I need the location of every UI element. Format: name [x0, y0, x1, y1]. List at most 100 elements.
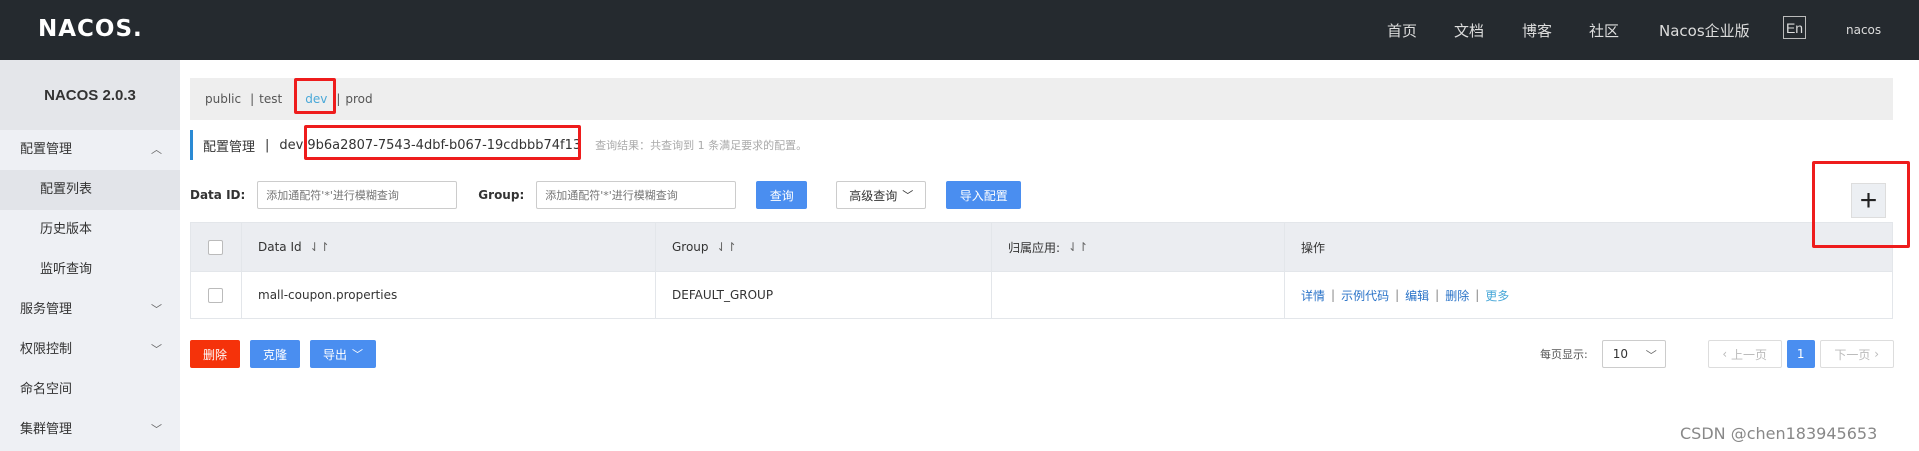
column-data-id[interactable]: Data Id ⇃↾	[242, 223, 656, 271]
section-title: 配置管理	[203, 139, 256, 155]
chevron-down-icon: ﹀	[1645, 349, 1657, 362]
sidebar-item-label: 配置管理	[20, 142, 73, 157]
op-sample-code-link[interactable]: 示例代码	[1341, 287, 1389, 304]
sort-icon[interactable]: ⇃↾	[1068, 240, 1088, 254]
prev-page-button[interactable]: ‹ 上一页	[1707, 340, 1782, 368]
namespace-prod[interactable]: prod	[345, 92, 372, 106]
page-size-select[interactable]: 10 ﹀	[1601, 340, 1666, 368]
page-size-label: 每页显示:	[1540, 348, 1588, 361]
nav-docs-label[interactable]: 文档	[1454, 20, 1484, 41]
sidebar-item-label: 集群管理	[20, 422, 73, 437]
sort-icon[interactable]: ⇃↾	[717, 240, 737, 254]
nav-community[interactable]: 社区	[1589, 0, 1619, 60]
top-header: NACOS. 首页 文档 博客 社区 Nacos企业版 En nacos	[0, 0, 1919, 60]
bulk-delete-button[interactable]: 删除	[190, 340, 240, 368]
chevron-down-icon: ﹀	[352, 348, 363, 361]
annotation-box	[304, 125, 581, 160]
op-edit-link[interactable]: 编辑	[1405, 287, 1429, 304]
next-page-label: 下一页	[1834, 347, 1871, 362]
bulk-actions: 删除 克隆 导出 ﹀	[190, 340, 376, 368]
sidebar-item-label: 监听查询	[40, 262, 93, 277]
namespace-separator: |	[250, 92, 255, 106]
nav-home-label[interactable]: 首页	[1387, 20, 1417, 41]
sidebar-item-history[interactable]: 历史版本	[0, 210, 180, 250]
data-id-label: Data ID:	[190, 188, 246, 202]
column-label: 归属应用:	[1008, 240, 1061, 255]
nav-community-label[interactable]: 社区	[1589, 20, 1619, 41]
sidebar-item-service-management[interactable]: 服务管理 ﹀	[0, 290, 180, 330]
op-separator: |	[1331, 288, 1336, 302]
sidebar-item-label: 配置列表	[40, 182, 93, 197]
prev-page-label: 上一页	[1731, 347, 1768, 362]
sidebar-item-config-list[interactable]: 配置列表	[0, 170, 180, 210]
group-input[interactable]	[536, 181, 737, 209]
chevron-down-icon: ﹀	[151, 423, 162, 436]
namespace-test[interactable]: test	[259, 92, 282, 106]
chevron-left-icon: ‹	[1722, 347, 1732, 361]
title-separator: |	[265, 137, 270, 153]
column-label: Data Id	[258, 240, 302, 254]
namespace-separator: |	[336, 92, 341, 106]
table-header: Data Id ⇃↾ Group ⇃↾ 归属应用: ⇃↾ 操作	[191, 223, 1892, 271]
sidebar-item-access-control[interactable]: 权限控制 ﹀	[0, 330, 180, 370]
chevron-up-icon: ︿	[151, 143, 162, 156]
config-table: Data Id ⇃↾ Group ⇃↾ 归属应用: ⇃↾ 操作 mall-cou…	[190, 222, 1893, 319]
watermark: CSDN @chen183945653	[1680, 424, 1878, 443]
nav-blog[interactable]: 博客	[1522, 0, 1552, 60]
cell-data-id: mall-coupon.properties	[242, 272, 656, 318]
export-label: 导出	[322, 347, 347, 362]
select-all-checkbox[interactable]	[208, 239, 223, 255]
namespace-tabs: public | test dev | prod	[190, 78, 1893, 120]
sort-icon[interactable]: ⇃↾	[310, 240, 330, 254]
sidebar-item-label: 服务管理	[20, 302, 73, 317]
nav-home[interactable]: 首页	[1387, 0, 1417, 60]
clone-button[interactable]: 克隆	[250, 340, 300, 368]
next-page-button[interactable]: 下一页 ›	[1819, 340, 1894, 368]
table-row: mall-coupon.properties DEFAULT_GROUP 详情 …	[191, 271, 1892, 318]
header-checkbox-cell	[191, 223, 242, 271]
nav-enterprise[interactable]: Nacos企业版	[1659, 0, 1750, 60]
nav-docs[interactable]: 文档	[1454, 0, 1484, 60]
query-result-text: 查询结果：共查询到 1 条满足要求的配置。	[595, 139, 808, 152]
column-group[interactable]: Group ⇃↾	[656, 223, 992, 271]
chevron-down-icon: ﹀	[151, 343, 162, 356]
op-more-link[interactable]: 更多	[1485, 287, 1509, 304]
nav-enterprise-label[interactable]: Nacos企业版	[1659, 20, 1750, 41]
cell-group: DEFAULT_GROUP	[656, 272, 992, 318]
import-config-button[interactable]: 导入配置	[946, 181, 1022, 209]
sidebar-item-cluster-management[interactable]: 集群管理 ﹀	[0, 410, 180, 450]
op-delete-link[interactable]: 删除	[1445, 287, 1469, 304]
data-id-input[interactable]	[257, 181, 458, 209]
annotation-box	[1812, 161, 1910, 248]
namespace-name: dev	[279, 137, 304, 153]
column-label: 操作	[1301, 240, 1326, 255]
export-button[interactable]: 导出 ﹀	[310, 340, 376, 368]
column-app[interactable]: 归属应用: ⇃↾	[992, 223, 1285, 271]
query-button[interactable]: 查询	[756, 181, 808, 209]
language-toggle-button[interactable]: En	[1783, 16, 1806, 39]
sidebar-item-config-management[interactable]: 配置管理 ︿	[0, 130, 180, 170]
sidebar: NACOS 2.0.3 配置管理 ︿ 配置列表 历史版本 监听查询 服务管理 ﹀…	[0, 60, 180, 451]
chevron-right-icon: ›	[1870, 347, 1880, 361]
namespace-public[interactable]: public	[205, 92, 241, 106]
page-number-1[interactable]: 1	[1786, 340, 1815, 368]
nav-blog-label[interactable]: 博客	[1522, 20, 1552, 41]
nacos-logo[interactable]: NACOS.	[38, 16, 143, 42]
chevron-down-icon: ﹀	[902, 189, 914, 202]
advanced-query-label: 高级查询	[849, 188, 898, 203]
row-checkbox[interactable]	[208, 287, 223, 303]
sidebar-brand: NACOS 2.0.3	[0, 60, 180, 130]
user-name[interactable]: nacos	[1846, 23, 1881, 37]
advanced-query-button[interactable]: 高级查询 ﹀	[836, 181, 927, 209]
group-label: Group:	[478, 188, 525, 202]
column-label: Group	[672, 240, 709, 254]
op-detail-link[interactable]: 详情	[1301, 287, 1325, 304]
cell-app	[992, 272, 1285, 318]
sidebar-item-listener-query[interactable]: 监听查询	[0, 250, 180, 290]
row-checkbox-cell	[191, 272, 242, 318]
sidebar-item-namespace[interactable]: 命名空间	[0, 370, 180, 410]
pagination: 每页显示: 10 ﹀ ‹ 上一页 1 下一页 ›	[1540, 340, 1894, 368]
column-operations: 操作	[1285, 223, 1892, 271]
cell-operations: 详情 | 示例代码 | 编辑 | 删除 | 更多	[1285, 272, 1892, 318]
op-separator: |	[1475, 288, 1480, 302]
